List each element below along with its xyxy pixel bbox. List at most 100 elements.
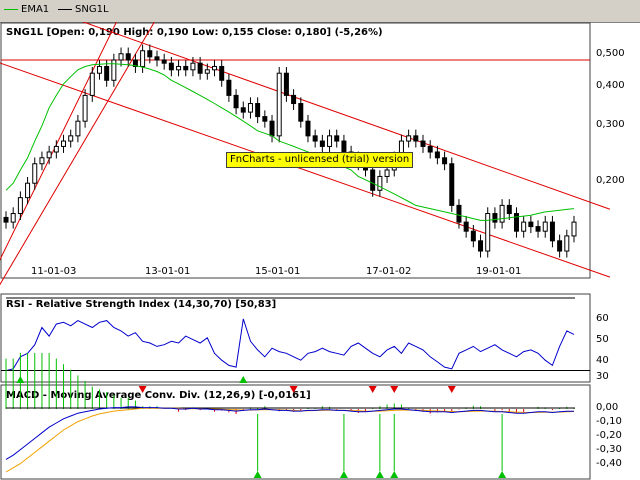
candle-body [377,175,383,191]
price-y-tick-4: 0,200 [596,175,625,186]
x-tick-2: 13-01-01 [145,266,190,277]
candle-body [298,103,304,122]
price-y-tick-3: 0,300 [596,119,625,130]
x-tick-5: 19-01-01 [476,266,521,277]
candle-body [111,59,117,81]
candle-body [183,65,189,71]
candle-body [521,221,527,232]
price-y-tick-1: 0,500 [596,48,625,59]
candle-body [305,120,311,137]
candle-body [247,103,253,113]
legend-ema: EMA1 [4,4,49,15]
candle-body [61,140,67,147]
candle-body [233,94,239,109]
candle-body [89,72,95,96]
candle-body [442,157,448,165]
candle-body [53,145,59,153]
rsi-y-tick-2: 50 [596,334,609,345]
candle-body [384,169,390,177]
candle-body [176,65,182,71]
candle-body [104,65,110,81]
candle-body [370,169,376,191]
candle-body [283,72,289,96]
candle-body [17,197,23,215]
chart-area[interactable]: SNG1L [Open: 0,190 High: 0,190 Low: 0,15… [0,22,640,480]
candle-body [485,213,491,252]
legend-symbol: SNG1L [58,4,109,15]
candle-body [240,107,246,113]
price-header: SNG1L [Open: 0,190 High: 0,190 Low: 0,15… [6,27,383,38]
x-tick-4: 17-01-02 [366,266,411,277]
candle-body [478,240,484,252]
candle-body [197,62,203,74]
rsi-header: RSI - Relative Strength Index (14,30,70)… [6,299,276,310]
candle-body [535,226,541,232]
candle-body [564,235,570,252]
symbol-swatch-icon [58,9,72,10]
candle-body [557,240,563,252]
candle-body [262,116,268,122]
macd-y-tick-3: -0,20 [596,430,622,441]
candle-body [528,221,534,228]
candle-body [212,65,218,71]
macd-y-tick-5: -0,40 [596,458,622,469]
candle-body [456,204,462,223]
x-tick-3: 15-01-01 [255,266,300,277]
candle-body [75,120,81,137]
candle-body [25,182,31,199]
candle-body [269,120,275,137]
macd-header: MACD - Moving Average Conv. Div. (12,26,… [6,390,311,401]
candle-body [140,50,146,67]
candle-body [204,69,210,74]
candle-body [319,140,325,147]
candle-body [470,230,476,242]
candle-body [219,65,225,81]
candle-body [327,135,333,147]
candle-body [291,94,297,105]
candle-body [10,213,16,223]
candle-body [506,204,512,215]
candle-body [154,56,160,61]
candle-body [3,216,9,223]
candle-body [226,79,232,96]
candle-body [190,62,196,71]
candle-body [168,62,174,71]
candle-body [499,204,505,223]
candle-body [147,50,153,58]
rsi-panel: RSI - Relative Strength Index (14,30,70)… [0,293,609,383]
x-tick-1: 11-01-03 [31,266,76,277]
candle-body [46,151,52,159]
candle-body [255,103,261,118]
candle-body [513,213,519,232]
candle-body [542,221,548,232]
candle-body [68,135,74,142]
candle-body [492,213,498,223]
macd-y-tick-1: 0,00 [596,402,618,413]
candle-body [334,135,340,142]
candle-body [276,72,282,137]
legend-ema-label: EMA1 [21,4,50,15]
candle-body [449,163,455,206]
candle-body [312,135,318,142]
candle-body [39,157,45,165]
candle-body [341,140,347,153]
legend-symbol-label: SNG1L [75,4,109,15]
price-y-tick-2: 0,400 [596,80,625,91]
candle-body [82,94,88,122]
candle-body [32,163,38,184]
macd-y-tick-2: -0,10 [596,416,622,427]
ema-swatch-icon [4,9,18,10]
rsi-y-tick-4: 30 [596,371,609,382]
legend-bar: EMA1 SNG1L [0,0,640,23]
price-plot-frame [0,22,591,279]
candle-body [161,59,167,64]
candle-body [96,65,102,74]
rsi-y-tick-1: 60 [596,313,609,324]
candle-body [413,135,419,142]
candle-body [420,140,426,147]
candle-body [125,53,131,61]
candle-body [549,221,555,242]
candle-body [118,53,124,61]
candle-body [427,145,433,153]
rsi-y-tick-3: 40 [596,355,609,366]
